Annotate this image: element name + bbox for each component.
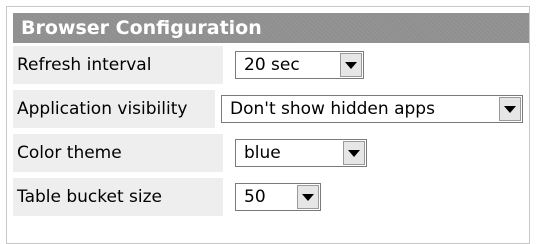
table-bucket-size-select[interactable]: 50 [235,183,321,211]
refresh-interval-select[interactable]: 20 sec [235,51,364,79]
select-value: Don't show hidden apps [230,99,435,119]
setting-row-application-visibility: Application visibility Don't show hidden… [13,89,523,129]
dropdown-button[interactable] [340,53,362,77]
dropdown-button[interactable] [343,141,365,165]
browser-configuration-panel: Browser Configuration Refresh interval 2… [6,6,530,244]
setting-label: Color theme [13,134,223,172]
setting-label: Application visibility [13,90,215,128]
chevron-down-icon [345,61,357,69]
select-value: blue [244,143,281,163]
chevron-down-icon [302,193,314,201]
setting-label: Table bucket size [13,178,223,216]
select-value: 20 sec [244,55,300,75]
setting-row-color-theme: Color theme blue [13,133,523,173]
panel-title: Browser Configuration [13,13,529,43]
setting-row-table-bucket-size: Table bucket size 50 [13,177,523,217]
color-theme-select[interactable]: blue [235,139,367,167]
dropdown-button[interactable] [297,185,319,209]
application-visibility-select[interactable]: Don't show hidden apps [221,95,523,123]
setting-label: Refresh interval [13,46,223,84]
select-value: 50 [244,187,266,207]
dropdown-button[interactable] [499,97,521,121]
chevron-down-icon [504,105,516,113]
setting-row-refresh-interval: Refresh interval 20 sec [13,45,523,85]
chevron-down-icon [348,149,360,157]
